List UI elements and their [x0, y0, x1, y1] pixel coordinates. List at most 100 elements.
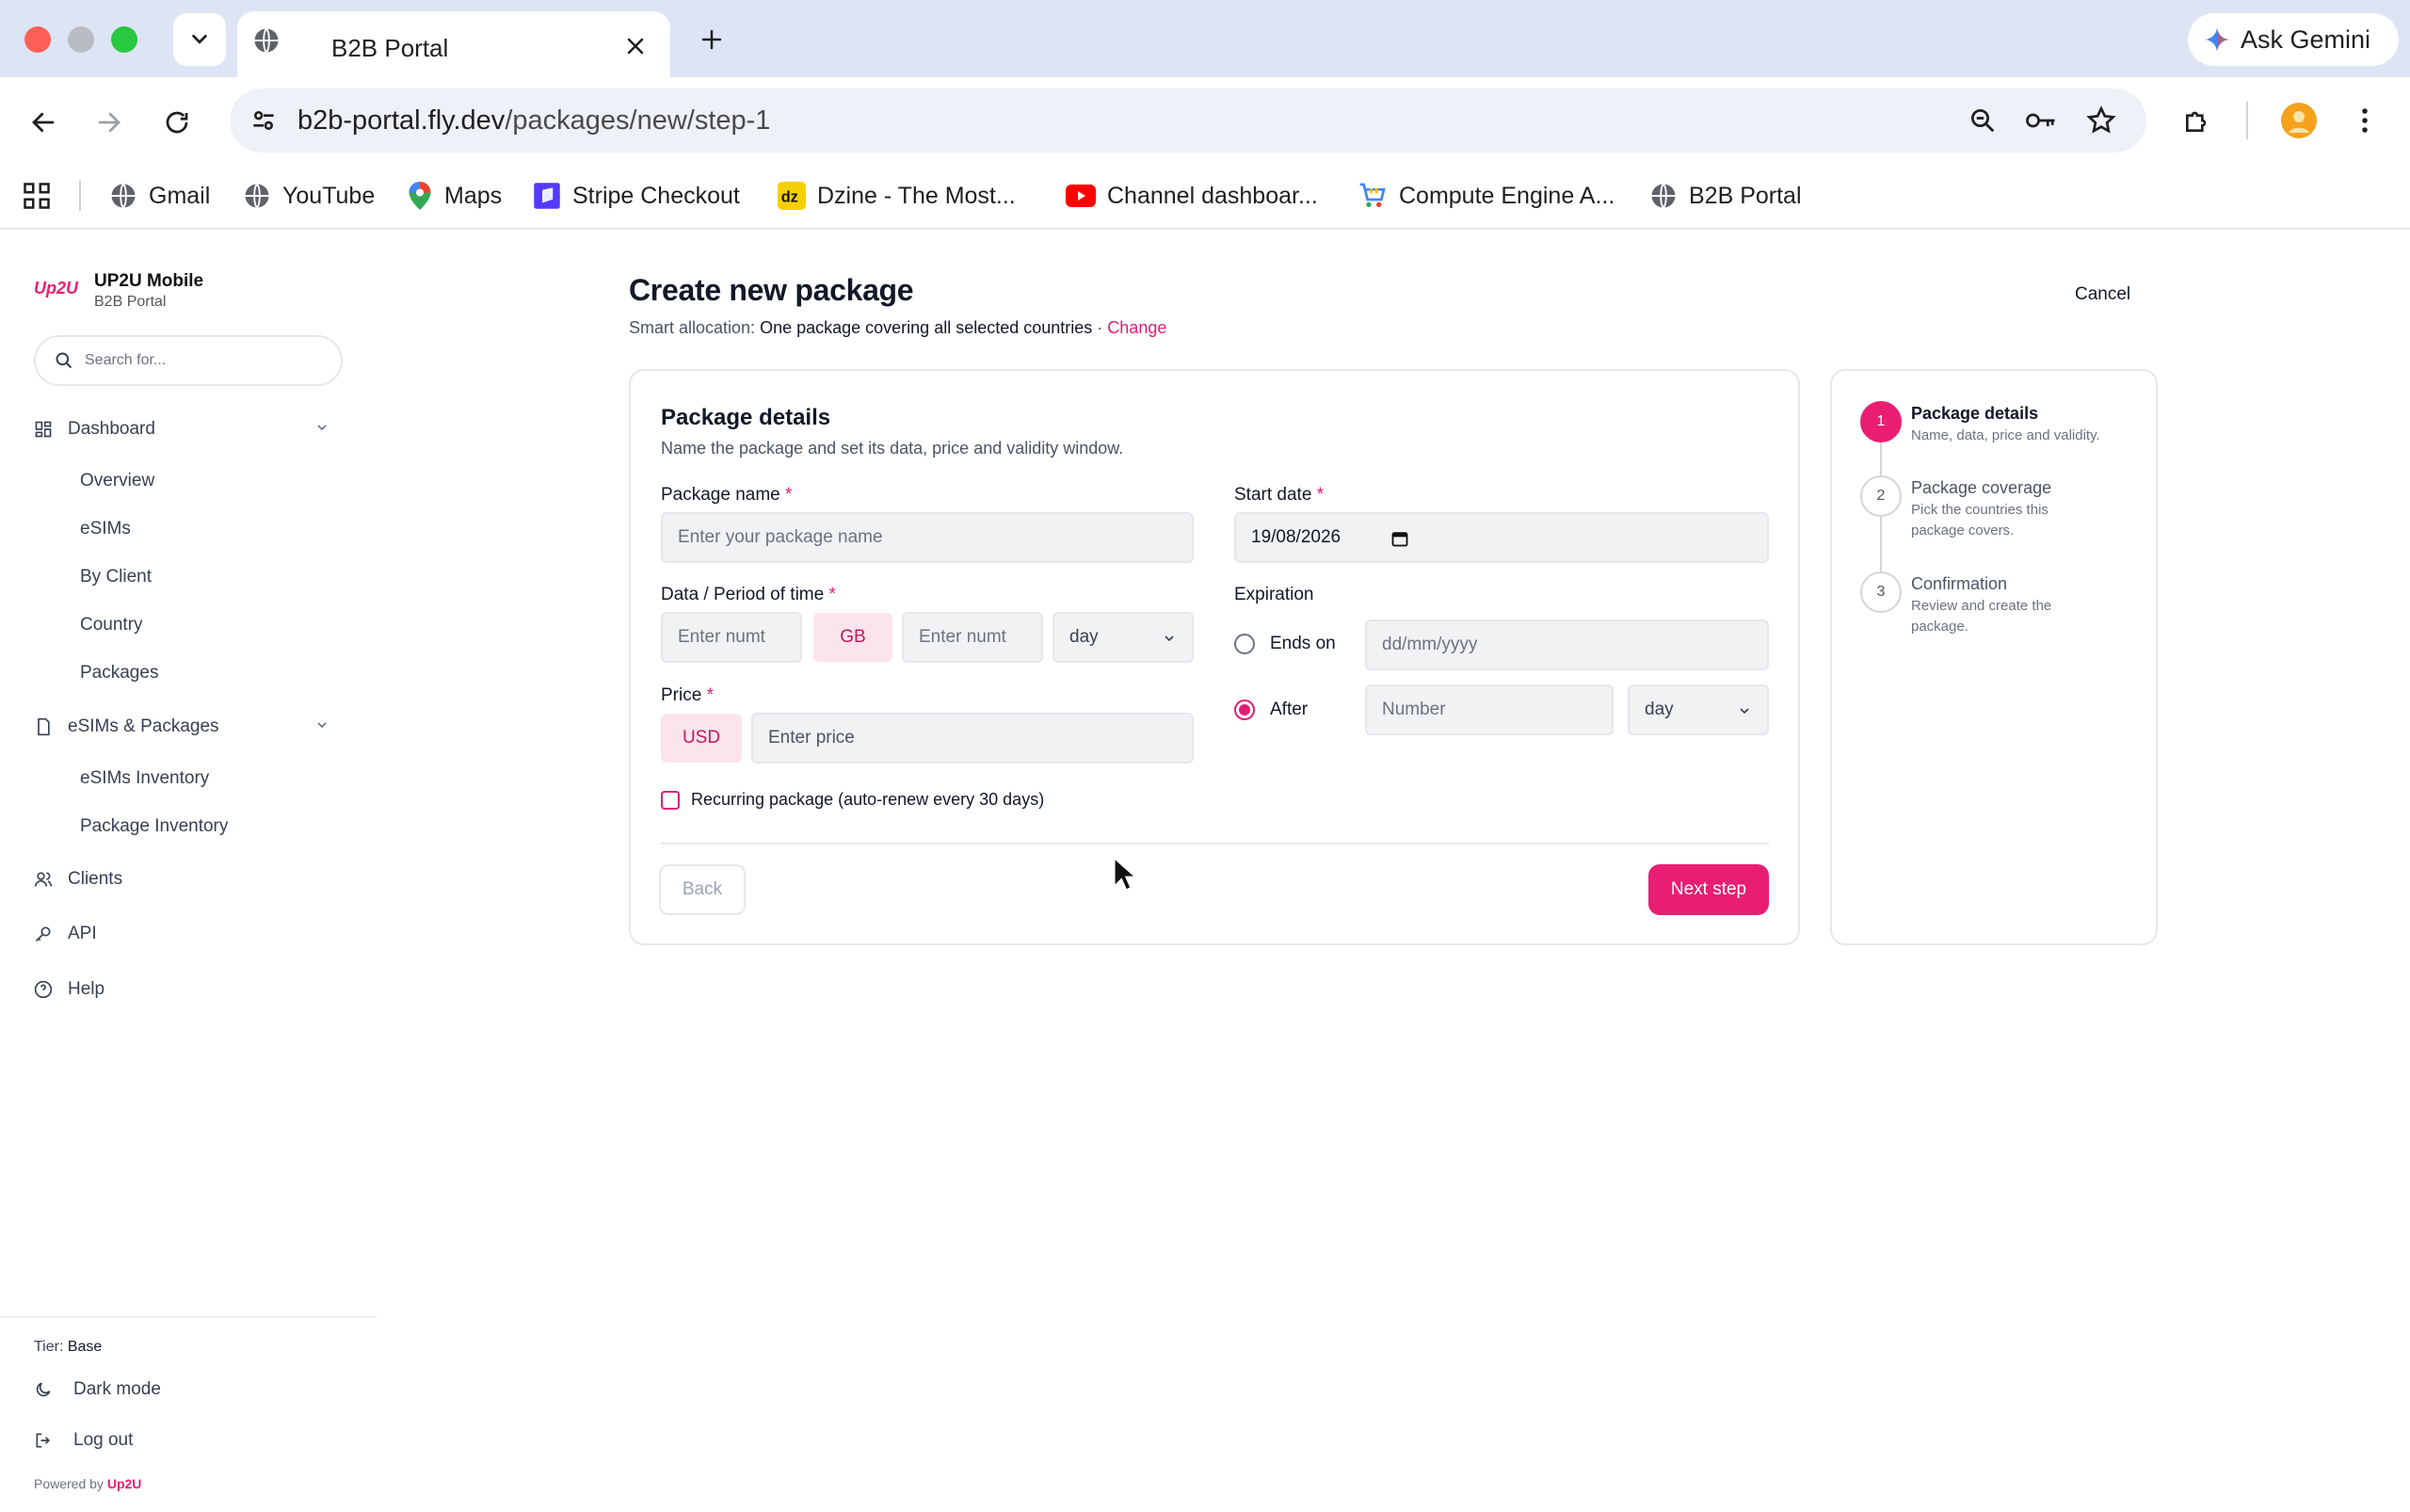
- start-date-label-text: Start date: [1234, 485, 1312, 505]
- forward-nav-button[interactable]: [88, 102, 130, 143]
- after-label: After: [1270, 700, 1309, 719]
- step-3-title: Confirmation: [1911, 574, 2008, 593]
- period-unit-select[interactable]: day: [1052, 612, 1194, 663]
- kebab-menu-icon[interactable]: [2344, 100, 2386, 141]
- bookmark-channel-dashboard[interactable]: Channel dashboar...: [1066, 175, 1318, 217]
- required-mark: *: [706, 685, 714, 705]
- step-1-number: 1: [1860, 401, 1902, 442]
- sidebar-item-clients[interactable]: Clients: [34, 861, 329, 898]
- profile-avatar[interactable]: [2278, 100, 2320, 141]
- sidebar-item-by-client[interactable]: By Client: [80, 567, 152, 587]
- zoom-icon[interactable]: [1962, 100, 2003, 141]
- address-bar[interactable]: b2b-portal.fly.dev/packages/new/step-1: [230, 88, 2146, 153]
- maximize-window-button[interactable]: [111, 26, 137, 53]
- form-divider: [661, 843, 1769, 844]
- ask-gemini-button[interactable]: Ask Gemini: [2188, 13, 2399, 66]
- sidebar-item-packages[interactable]: Packages: [80, 663, 158, 684]
- sidebar-search-input[interactable]: Search for...: [34, 335, 343, 386]
- bookmark-gmail[interactable]: Gmail: [109, 175, 210, 217]
- chevron-down-icon: [317, 425, 327, 431]
- sidebar-item-help[interactable]: Help: [34, 971, 329, 1008]
- step-1-title: Package details: [1911, 404, 2039, 423]
- price-input[interactable]: Enter price: [751, 713, 1194, 764]
- close-window-button[interactable]: [24, 26, 51, 53]
- step-2-description: Pick the countries this package covers.: [1911, 502, 2048, 539]
- log-out-button[interactable]: Log out: [34, 1422, 329, 1459]
- change-link[interactable]: Change: [1107, 318, 1166, 337]
- up2u-logo: Up2U: [34, 279, 79, 298]
- apps-grid-icon[interactable]: [23, 175, 51, 217]
- browser-tab[interactable]: B2B Portal: [237, 11, 670, 79]
- recurring-checkbox[interactable]: [661, 791, 680, 810]
- sidebar-item-country[interactable]: Country: [80, 615, 143, 635]
- bookmark-stripe[interactable]: Stripe Checkout: [533, 175, 740, 217]
- section-description: Name the package and set its data, price…: [661, 439, 1124, 458]
- data-unit-badge[interactable]: GB: [813, 613, 892, 662]
- calendar-icon[interactable]: [1390, 529, 1409, 548]
- brand-subtitle: B2B Portal: [94, 294, 167, 310]
- cancel-button[interactable]: Cancel: [2075, 284, 2130, 305]
- minimize-window-button[interactable]: [68, 26, 94, 53]
- next-step-button[interactable]: Next step: [1648, 864, 1769, 915]
- bookmark-maps[interactable]: Maps: [407, 175, 502, 217]
- tab-search-button[interactable]: [173, 13, 226, 66]
- globe-icon: [245, 183, 269, 209]
- after-unit-select[interactable]: day: [1628, 684, 1769, 735]
- sidebar-item-package-inventory[interactable]: Package Inventory: [80, 816, 228, 837]
- start-date-input[interactable]: 19/08/2026: [1234, 512, 1769, 563]
- recurring-label: Recurring package (auto-renew every 30 d…: [691, 790, 1045, 809]
- sidebar-item-api[interactable]: API: [34, 915, 329, 953]
- svg-text:dz: dz: [781, 188, 798, 205]
- smart-allocation-label: Smart allocation:: [629, 318, 756, 337]
- period-amount-input[interactable]: Enter numt: [902, 612, 1043, 663]
- mouse-cursor-icon: [1113, 857, 1137, 892]
- bookmark-youtube[interactable]: YouTube: [243, 175, 375, 217]
- period-amount-placeholder: Enter numt: [919, 627, 1006, 647]
- data-amount-placeholder: Enter numt: [678, 627, 765, 647]
- extensions-puzzle-icon[interactable]: [2177, 100, 2218, 141]
- new-tab-button[interactable]: [695, 23, 729, 56]
- expiration-label: Expiration: [1234, 585, 1314, 604]
- dark-mode-toggle[interactable]: Dark mode: [34, 1371, 329, 1408]
- back-nav-button[interactable]: [23, 102, 64, 143]
- password-key-icon[interactable]: [2020, 100, 2062, 141]
- powered-brand: Up2U: [106, 1476, 142, 1491]
- step-2-number: 2: [1860, 475, 1902, 517]
- after-radio[interactable]: [1234, 700, 1255, 720]
- toolbar-divider: [2246, 102, 2248, 139]
- ends-on-radio[interactable]: [1234, 634, 1255, 654]
- globe-icon: [1651, 183, 1676, 209]
- after-number-input[interactable]: Number: [1365, 684, 1614, 735]
- sidebar-item-label: Help: [68, 979, 105, 999]
- plus-icon: [701, 29, 722, 50]
- ends-on-date-input[interactable]: dd/mm/yyyy: [1365, 619, 1769, 670]
- sidebar-item-dashboard[interactable]: Dashboard: [34, 410, 329, 448]
- youtube-icon: [1066, 185, 1096, 207]
- dzine-icon: dz: [778, 182, 806, 210]
- sidebar-item-label: API: [68, 924, 97, 943]
- sidebar-item-esims-packages[interactable]: eSIMs & Packages: [34, 708, 329, 746]
- sidebar-item-esims[interactable]: eSIMs: [80, 519, 131, 539]
- bookmark-compute-engine[interactable]: Compute Engine A...: [1358, 175, 1615, 217]
- bookmark-b2b-portal[interactable]: B2B Portal: [1649, 175, 1802, 217]
- ends-on-label: Ends on: [1270, 634, 1336, 653]
- bookmark-dzine[interactable]: dz Dzine - The Most...: [778, 175, 1016, 217]
- sim-card-icon: [38, 717, 50, 736]
- powered-by-label: Powered by: [34, 1476, 104, 1491]
- sidebar-item-overview[interactable]: Overview: [80, 471, 154, 491]
- close-tab-icon[interactable]: [621, 32, 650, 60]
- bookmark-label: Gmail: [149, 182, 211, 209]
- reload-button[interactable]: [156, 102, 198, 143]
- url-path: /packages/new/step-1: [505, 105, 771, 136]
- back-button[interactable]: Back: [659, 864, 746, 915]
- package-name-input[interactable]: Enter your package name: [661, 512, 1194, 563]
- data-period-label: Data / Period of time *: [661, 585, 836, 605]
- after-unit-value: day: [1645, 700, 1674, 719]
- sidebar-item-esims-inventory[interactable]: eSIMs Inventory: [80, 768, 209, 789]
- smart-allocation-value: One package covering all selected countr…: [760, 318, 1093, 337]
- data-amount-input[interactable]: Enter numt: [661, 612, 802, 663]
- moon-icon: [36, 1382, 51, 1397]
- currency-badge[interactable]: USD: [661, 714, 742, 763]
- step-3-description: Review and create the package.: [1911, 598, 2052, 635]
- bookmark-star-icon[interactable]: [2081, 100, 2122, 141]
